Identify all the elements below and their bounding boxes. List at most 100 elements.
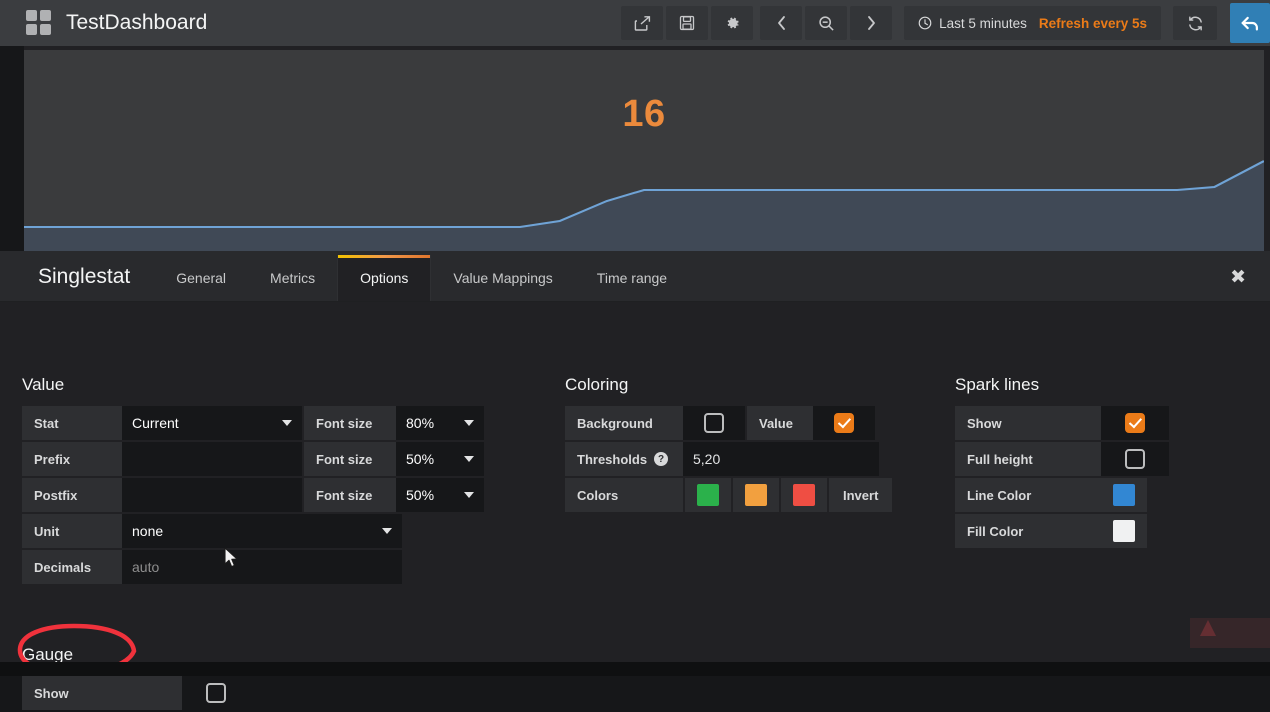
prefix-font-size-value: 50% [406,451,435,467]
background-label: Background [565,406,683,440]
sparklines-section-title: Spark lines [955,375,1040,394]
time-range-picker[interactable]: Last 5 minutes Refresh every 5s [904,6,1161,40]
value-section-title: Value [22,375,65,394]
color-swatch-green[interactable] [685,478,731,512]
save-dashboard-button[interactable] [666,6,709,40]
tab-time-range[interactable]: Time range [575,270,689,301]
share-dashboard-button[interactable] [621,6,664,40]
thresholds-label: Thresholds [577,451,648,467]
coloring-section-title: Coloring [565,375,629,394]
spark-line-color-chip [1113,484,1135,506]
spark-show-label: Show [955,406,1101,440]
dashboard-title[interactable]: TestDashboard [66,11,207,35]
color-swatch-orange-chip [745,484,767,506]
help-icon[interactable]: ? [654,452,669,466]
prefix-font-size-select[interactable]: 50% [396,442,484,476]
postfix-input[interactable] [122,478,302,512]
panel-left-gutter [0,46,24,251]
spark-show-checkbox[interactable] [1101,406,1169,440]
unit-row: Unit none [22,514,484,548]
prefix-label: Prefix [22,442,122,476]
spark-full-height-checkbox[interactable] [1101,442,1169,476]
checkbox-checked-icon [834,413,854,433]
tab-metrics[interactable]: Metrics [248,270,337,301]
prefix-row: Prefix Font size 50% [22,442,484,476]
top-navbar: TestDashboard Last 5 minutes Refresh eve… [0,0,1270,46]
dashboard-settings-button[interactable] [711,6,754,40]
spark-fill-color-label: Fill Color [955,514,1101,548]
color-swatch-green-chip [697,484,719,506]
checkbox-unchecked-icon [1125,449,1145,469]
invert-colors-button[interactable]: Invert [829,478,893,512]
back-button[interactable] [1230,3,1270,43]
value-color-label: Value [747,406,813,440]
refresh-button[interactable] [1173,6,1217,40]
colors-row: Colors Invert [565,478,893,512]
time-range-label: Last 5 minutes [939,15,1027,31]
postfix-font-size-value: 50% [406,487,435,503]
stat-font-size-select[interactable]: 80% [396,406,484,440]
zoom-out-button[interactable] [805,6,848,40]
coloring-checkbox-row: Background Value [565,406,892,440]
decimals-placeholder: auto [132,559,160,575]
tab-general[interactable]: General [154,270,248,301]
decimals-row: Decimals auto [22,550,484,584]
stat-row: Stat Current Font size 80% [22,406,484,440]
value-color-checkbox[interactable] [813,406,875,440]
close-editor-button[interactable]: ✖ [1230,268,1270,301]
postfix-font-size-label: Font size [304,478,396,512]
spark-full-height-row: Full height [955,442,1169,476]
prefix-input[interactable] [122,442,302,476]
background-checkbox[interactable] [683,406,745,440]
thresholds-input[interactable]: 5,20 [683,442,879,476]
stat-font-size-label: Font size [304,406,396,440]
spark-line-color-row: Line Color [955,478,1169,512]
decimals-input[interactable]: auto [122,550,402,584]
color-swatch-red-chip [793,484,815,506]
unit-select[interactable]: none [122,514,402,548]
spark-fill-color-swatch[interactable] [1101,514,1147,548]
chevron-down-icon [464,456,474,462]
postfix-font-size-select[interactable]: 50% [396,478,484,512]
singlestat-value: 16 [622,93,666,135]
colors-label: Colors [565,478,683,512]
panel-editor: Singlestat General Metrics Options Value… [0,251,1270,710]
navbar-left: TestDashboard [0,10,614,36]
time-shift-back-button[interactable] [760,6,803,40]
unit-select-value: none [132,523,164,539]
spark-show-row: Show [955,406,1169,440]
chevron-down-icon [464,420,474,426]
gauge-show-checkbox[interactable] [182,676,250,710]
sparklines-section: Spark lines Show Full height Line Color [955,375,1169,550]
grid-icon[interactable] [26,10,52,36]
value-section: Value Stat Current Font size 80% Prefix … [22,375,484,586]
singlestat-panel-body[interactable]: 16 [24,50,1264,251]
sparkline-chart [24,141,1264,251]
spark-line-color-swatch[interactable] [1101,478,1147,512]
gauge-section: Gauge Show [17,623,250,712]
decimals-label: Decimals [22,550,122,584]
unit-label: Unit [22,514,122,548]
stat-select[interactable]: Current [122,406,302,440]
stat-select-value: Current [132,415,179,431]
time-shift-forward-button[interactable] [850,6,893,40]
thresholds-row: Thresholds ? 5,20 [565,442,892,476]
color-swatch-orange[interactable] [733,478,779,512]
spark-full-height-label: Full height [955,442,1101,476]
navbar-right: Last 5 minutes Refresh every 5s [614,0,1270,46]
checkbox-unchecked-icon [206,683,226,703]
gauge-show-row: Show [22,676,250,710]
thresholds-label-wrap: Thresholds ? [565,442,683,476]
tab-options[interactable]: Options [337,255,432,301]
clock-icon [918,16,932,30]
chevron-down-icon [382,528,392,534]
gauge-show-label: Show [22,676,182,710]
color-swatch-red[interactable] [781,478,827,512]
checkbox-checked-icon [1125,413,1145,433]
tab-value-mappings[interactable]: Value Mappings [431,270,574,301]
checkbox-unchecked-icon [704,413,724,433]
options-sections: Value Stat Current Font size 80% Prefix … [0,302,1270,710]
bottom-strip [0,662,1270,676]
postfix-label: Postfix [22,478,122,512]
chevron-down-icon [464,492,474,498]
